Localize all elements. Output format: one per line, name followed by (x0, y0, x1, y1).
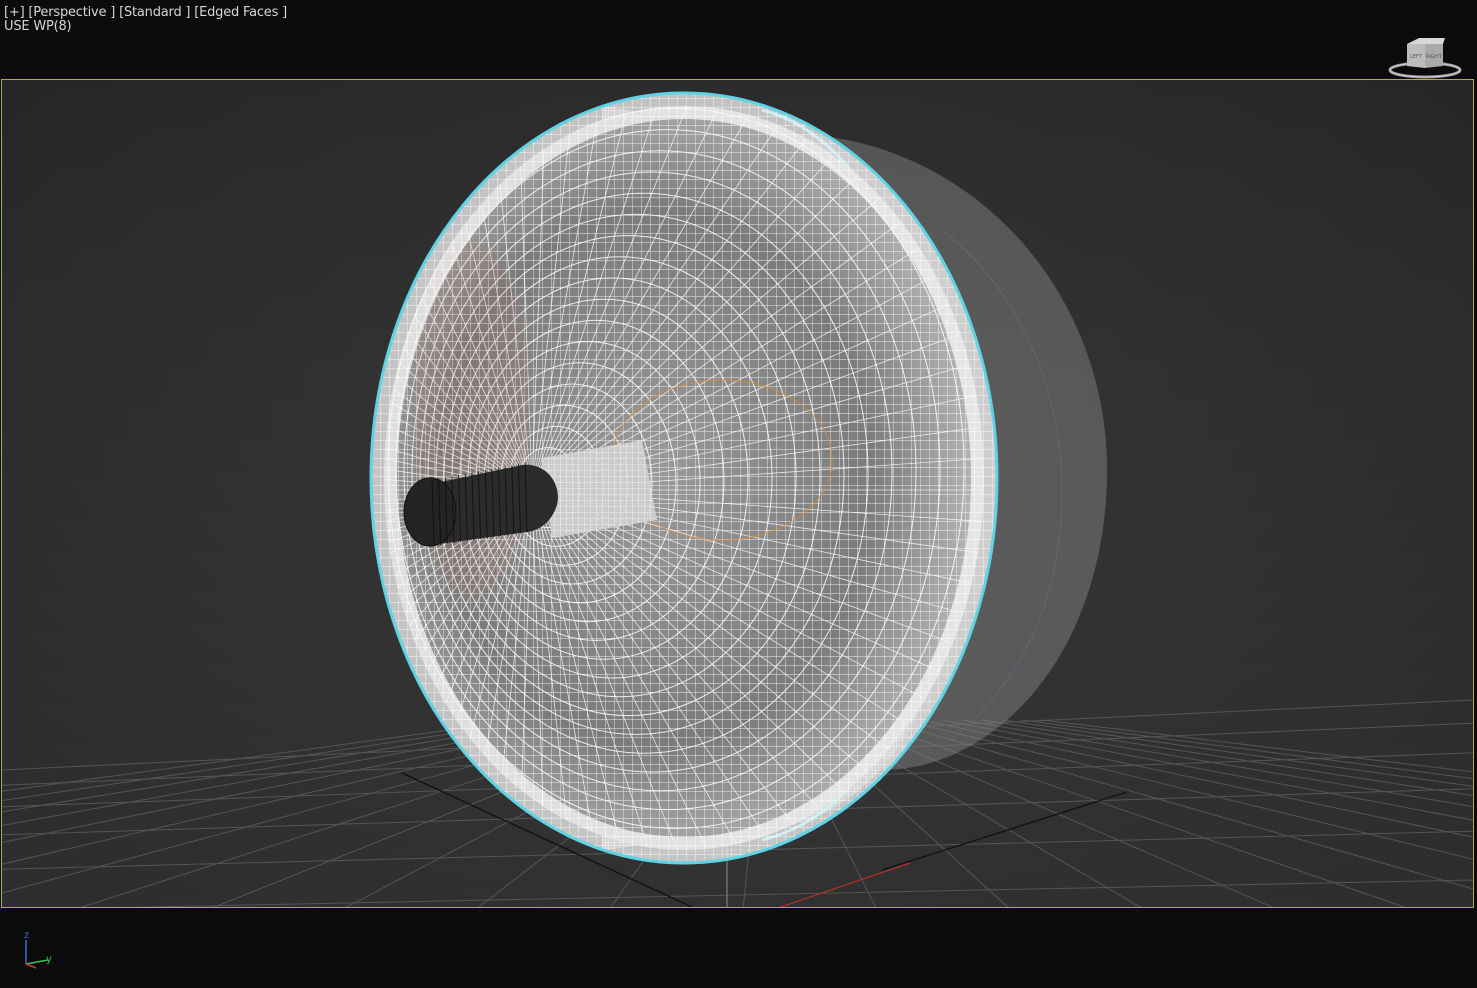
viewport-label-menu: [+] [Perspective ] [Standard ] [Edged Fa… (4, 6, 287, 19)
viewport-plus-menu[interactable]: [+] (4, 5, 25, 20)
axis-z-label: z (24, 930, 29, 941)
axis-y-label: y (46, 954, 52, 965)
viewcube-icon[interactable]: LEFT RIGHT (1387, 36, 1463, 82)
axis-tripod-icon: z y (18, 926, 58, 970)
viewport-shading-menu[interactable]: [Standard ] (119, 5, 190, 20)
viewport-view-menu[interactable]: [Perspective ] (28, 5, 115, 20)
viewport-style-menu[interactable]: [Edged Faces ] (194, 5, 287, 20)
scene-canvas[interactable] (2, 80, 1473, 907)
app-window: [+] [Perspective ] [Standard ] [Edged Fa… (0, 0, 1477, 988)
workplane-label: USE WP(8) (4, 19, 72, 34)
viewcube-face-right: RIGHT (1426, 54, 1443, 60)
viewcube-face-left: LEFT (1410, 54, 1423, 60)
perspective-viewport[interactable] (1, 79, 1474, 908)
